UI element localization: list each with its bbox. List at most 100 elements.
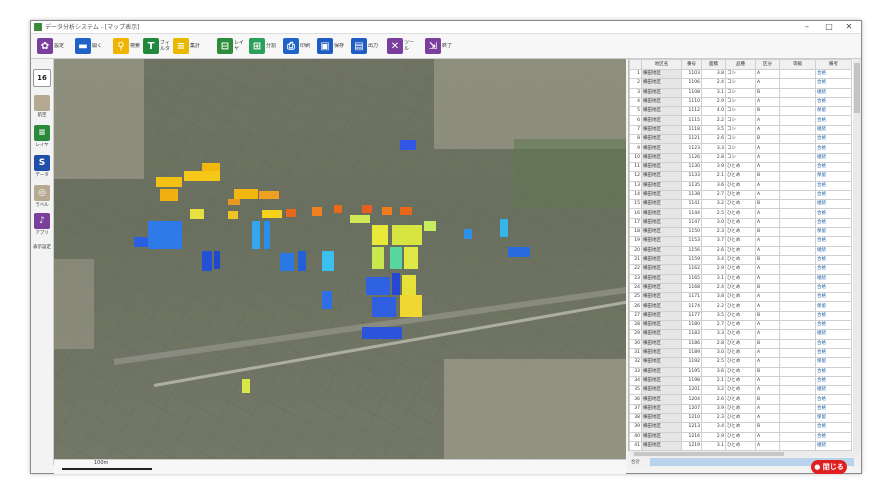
column-header[interactable]: 等級 [779,59,816,70]
table-cell: 8 [629,134,642,145]
field-overlay [312,207,322,216]
table-cell: 1144 [681,208,702,219]
table-cell: 6 [629,115,642,126]
table-row[interactable]: 30 横田地区 1186 2.8 ひとめ B 合格 [629,338,852,349]
table-cell: B [755,254,780,266]
table-row[interactable]: 3 横田地区 1108 3.1 コシ B 継続 [629,87,852,98]
table-cell: コシ [725,134,756,145]
table-row[interactable]: 33 横田地区 1195 3.6 ひとめ B 合格 [629,366,852,377]
field-overlay [298,251,306,271]
table-cell: A [755,431,780,442]
column-header[interactable]: 区分 [755,59,780,70]
leftbar-item-layers[interactable]: ≡ レイヤ [33,125,51,148]
table-row[interactable]: 29 横田地区 1183 3.3 ひとめ A 継続 [629,329,852,340]
toolbar-button-layer[interactable]: ⊟ レイヤ [217,37,246,55]
table-row[interactable]: 11 横田地区 1130 3.9 ひとめ A 合格 [629,161,852,173]
scroll-thumb[interactable] [854,63,860,113]
table-row[interactable]: 6 横田地区 1115 2.2 コシ A 合格 [629,115,852,126]
table-cell: B [755,422,780,433]
table-cell: 16 [629,208,642,219]
data-table[interactable]: 地区名 番号 面積 品種 区分 等級 備考 1 横田地区 1103 3.8 コシ A 合格 2 横田地区 11… [628,59,861,451]
table-row[interactable]: 13 横田地区 1135 3.6 ひとめ A 合格 [629,180,852,191]
minimize-button[interactable]: – [797,21,817,33]
toolbar-button-open[interactable]: ▬ 開く [75,37,104,55]
table-row[interactable]: 26 横田地区 1174 2.2 ひとめ A 保留 [629,301,852,312]
scroll-thumb[interactable] [634,452,784,456]
table-row[interactable]: 21 横田地区 1159 3.4 ひとめ B 合格 [629,254,852,266]
table-cell: 横田地区 [641,385,682,396]
table-cell: 18 [629,227,642,238]
table-row[interactable]: 31 横田地区 1189 3.0 ひとめ A 合格 [629,347,852,359]
table-row[interactable]: 24 横田地区 1168 2.4 ひとめ B 合格 [629,282,852,294]
table-cell [779,227,816,238]
table-row[interactable]: 18 横田地区 1150 2.3 ひとめ B 保留 [629,227,852,238]
field-overlay [190,209,204,219]
table-row[interactable]: 40 横田地区 1216 2.9 ひとめ A 合格 [629,431,852,442]
table-row[interactable]: 7 横田地区 1118 3.5 コシ A 継続 [629,124,852,136]
table-row[interactable]: 12 横田地区 1133 2.1 ひとめ B 保留 [629,171,852,182]
table-row[interactable]: 10 横田地区 1126 2.8 コシ A 継続 [629,152,852,163]
vertical-scrollbar[interactable] [853,59,861,451]
table-row[interactable]: 8 横田地区 1121 2.6 コシ B 合格 [629,134,852,145]
leftbar-item-data[interactable]: S データ [33,155,51,178]
toolbar-button-settings[interactable]: ✿ 設定 [37,37,66,55]
maximize-button[interactable]: □ [819,21,839,33]
table-row[interactable]: 1 横田地区 1103 3.8 コシ A 合格 [629,68,852,80]
table-cell: 1156 [681,245,702,256]
table-cell: 横田地区 [641,106,682,117]
table-row[interactable]: 19 横田地区 1153 3.7 ひとめ A 合格 [629,236,852,247]
table-row[interactable]: 2 横田地区 1106 2.4 コシ A 合格 [629,78,852,89]
table-row[interactable]: 17 横田地区 1147 3.0 ひとめ A 合格 [629,217,852,229]
table-row[interactable]: 23 横田地区 1165 3.1 ひとめ A 継続 [629,273,852,284]
table-cell [779,366,816,377]
table-row[interactable]: 38 横田地区 1210 2.3 ひとめ A 保留 [629,412,852,424]
table-row[interactable]: 15 横田地区 1141 3.2 ひとめ B 継続 [629,199,852,210]
toolbar-button-print[interactable]: ⎙ 印刷 [283,37,312,55]
table-row[interactable]: 39 横田地区 1213 3.4 ひとめ B 合格 [629,422,852,433]
column-header[interactable]: 番号 [681,59,702,70]
toolbar-button-tools[interactable]: ✕ ツール [387,37,416,55]
toolbar-button-save[interactable]: ▣ 保存 [317,37,346,55]
table-row[interactable]: 27 横田地区 1177 3.5 ひとめ B 合格 [629,310,852,322]
table-row[interactable]: 32 横田地区 1192 2.5 ひとめ A 保留 [629,357,852,368]
table-row[interactable]: 22 横田地区 1162 2.9 ひとめ A 合格 [629,264,852,275]
aerial-map[interactable] [54,59,626,459]
table-row[interactable]: 9 横田地区 1123 3.3 コシ A 合格 [629,143,852,154]
leftbar-item-display-settings[interactable]: 表示設定 [33,243,51,250]
table-row[interactable]: 34 横田地区 1198 2.1 ひとめ A 合格 [629,375,852,387]
table-row[interactable]: 16 横田地区 1144 2.5 ひとめ A 合格 [629,208,852,219]
zoom-level-indicator[interactable]: 16 [33,69,51,87]
column-header[interactable]: 備考 [815,59,852,70]
table-row[interactable]: 41 横田地区 1219 3.1 ひとめ A 継続 [629,440,852,451]
table-cell [779,180,816,191]
table-cell: 1115 [681,115,702,126]
search-icon: ⚲ [113,38,129,54]
table-row[interactable]: 35 横田地区 1201 3.2 ひとめ A 継続 [629,385,852,396]
table-row[interactable]: 25 横田地区 1171 3.8 ひとめ A 合格 [629,292,852,303]
column-header[interactable]: 地区名 [641,59,682,70]
table-row[interactable]: 37 横田地区 1207 3.9 ひとめ A 合格 [629,403,852,415]
table-row[interactable]: 5 横田地区 1112 4.0 コシ B 保留 [629,106,852,117]
toolbar-button-export[interactable]: ▤ 出力 [351,37,380,55]
table-row[interactable]: 28 横田地区 1180 2.7 ひとめ A 合格 [629,319,852,331]
toolbar-button-search[interactable]: ⚲ 検索 [113,37,142,55]
close-button[interactable]: ● 閉じる [811,460,847,474]
toolbar-button-sum[interactable]: ≡ 集計 [173,37,202,55]
close-window-button[interactable]: ✕ [839,21,859,33]
toolbar-button-exit[interactable]: ⇲ 終了 [425,37,454,55]
toolbar-button-filter[interactable]: T フィルタ [143,37,172,55]
table-row[interactable]: 4 横田地区 1110 2.9 コシ A 合格 [629,96,852,108]
table-cell: 合格 [815,115,852,126]
leftbar-item-photo[interactable]: 航空 [33,95,51,118]
leftbar-item-app[interactable]: ♪ アプリ [33,213,51,236]
column-header[interactable]: 面積 [701,59,726,70]
data-icon: S [34,155,50,171]
table-row[interactable]: 36 横田地区 1204 2.6 ひとめ B 合格 [629,394,852,405]
table-cell: 2.3 [701,227,726,238]
table-row[interactable]: 14 横田地区 1138 2.7 ひとめ A 合格 [629,189,852,201]
leftbar-item-label[interactable]: ◎ ラベル [33,185,51,208]
column-header[interactable]: 品種 [725,59,756,70]
toolbar-button-grid[interactable]: ⊞ 分割 [249,37,278,55]
table-row[interactable]: 20 横田地区 1156 2.6 ひとめ A 継続 [629,245,852,256]
column-header[interactable] [629,59,642,70]
